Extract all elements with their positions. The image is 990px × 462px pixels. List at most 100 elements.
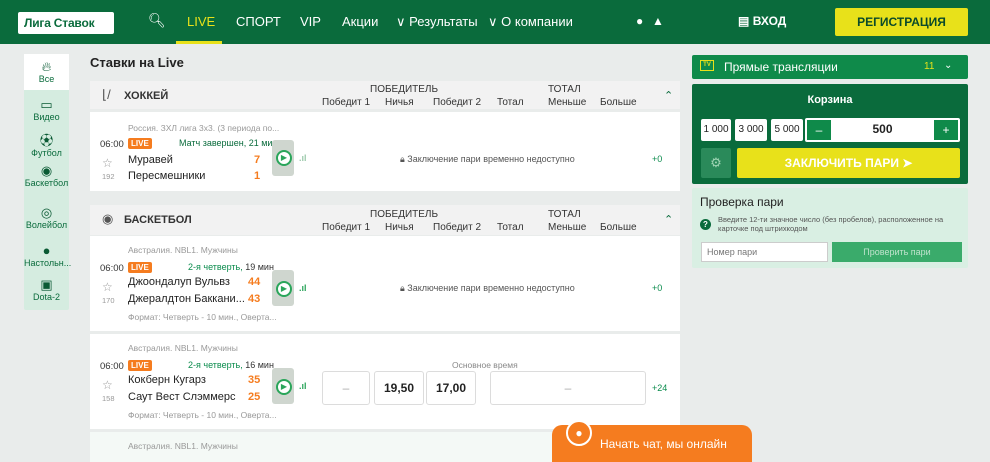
site-logo[interactable]: Лига Ставок <box>18 12 114 34</box>
bet-slip: Корзина 1 000 3 000 5 000 – 500 + ⚙︎ ЗАК… <box>692 84 968 184</box>
user-card-icon: ▤ <box>738 14 750 28</box>
event-format: Формат: Четверть - 10 мин., Оверта... <box>128 312 277 322</box>
nav-live[interactable]: LIVE <box>176 0 222 44</box>
hockey-stick-icon: ⌊/ <box>102 87 111 102</box>
volleyball-icon: ◎ <box>40 205 53 220</box>
register-button[interactable]: РЕГИСТРАЦИЯ <box>835 8 968 36</box>
sidebar-item-football[interactable]: ⚽︎ Футбол <box>24 133 69 159</box>
col-draw: Ничья <box>385 97 414 108</box>
stats-icon[interactable]: .ıl <box>299 381 307 391</box>
preset-1000-button[interactable]: 1 000 <box>701 119 731 141</box>
amount-stepper: – 500 + <box>805 118 960 142</box>
play-icon[interactable]: ▶ <box>276 379 292 395</box>
play-icon[interactable]: ▶ <box>276 281 292 297</box>
chat-widget[interactable]: ● Начать чат, мы онлайн <box>552 420 752 462</box>
odds-button-w1[interactable]: – <box>322 371 370 405</box>
basketball-icon: ◉ <box>102 211 114 226</box>
amount-decrease-button[interactable]: – <box>807 120 831 140</box>
more-markets-link[interactable]: +0 <box>652 154 662 164</box>
page-title: Ставки на Live <box>90 55 184 70</box>
event-row[interactable]: Австралия. NBL1. Мужчины 06:00 LIVE 2-я … <box>90 334 680 429</box>
more-markets-link[interactable]: +24 <box>652 383 667 393</box>
place-bet-button[interactable]: ЗАКЛЮЧИТЬ ПАРИ ➤ <box>737 148 960 178</box>
nav-about[interactable]: ∨ О компании <box>488 14 573 30</box>
help-icon: ? <box>700 219 711 230</box>
sidebar-item-basketball[interactable]: ◉ Баскетбол <box>24 163 69 189</box>
chat-label: Начать чат, мы онлайн <box>600 437 727 451</box>
dota-icon: ▣ <box>40 277 53 292</box>
col-w1: Победит 1 <box>322 222 371 233</box>
live-badge: LIVE <box>128 262 152 273</box>
odds-button-draw[interactable]: 19,50 <box>374 371 424 405</box>
gear-icon[interactable]: ⚙︎ <box>701 148 731 178</box>
star-icon[interactable]: ☆ <box>102 280 113 294</box>
amount-increase-button[interactable]: + <box>934 120 958 140</box>
team-name: Джералдтон Баккани... <box>128 293 245 305</box>
col-draw: Ничья <box>385 222 414 233</box>
fire-icon: 🔥︎ <box>41 59 52 74</box>
chevron-up-icon[interactable]: ⌃ <box>664 89 673 102</box>
apple-icon[interactable]: ● <box>636 14 643 28</box>
sidebar-item-video[interactable]: ▭ Видео <box>24 98 69 123</box>
nav-sport[interactable]: СПОРТ <box>236 14 281 29</box>
soccer-ball-icon: ⚽︎ <box>39 133 53 148</box>
team-name: Кокберн Кугарз <box>128 374 206 386</box>
col-winner: ПОБЕДИТЕЛЬ <box>370 84 439 95</box>
basketball-icon: ◉ <box>40 163 53 178</box>
search-icon[interactable]: 🔍︎ <box>148 12 166 29</box>
sidebar-item-all[interactable]: 🔥︎ Все <box>24 54 69 90</box>
preset-3000-button[interactable]: 3 000 <box>735 119 767 141</box>
amount-input[interactable]: 500 <box>835 122 930 136</box>
live-streams-bar[interactable]: TV Прямые трансляции 11 ⌄ <box>692 55 968 79</box>
play-icon[interactable]: ▶ <box>276 150 292 166</box>
event-league: Австралия. NBL1. Мужчины <box>128 245 238 255</box>
sidebar-item-volleyball[interactable]: ◎ Волейбол <box>24 205 69 231</box>
sidebar-item-dota2[interactable]: ▣ Dota-2 <box>24 277 69 303</box>
team-score: 1 <box>254 170 261 182</box>
event-time: 06:00 <box>100 139 124 150</box>
nav-results[interactable]: ∨ Результаты <box>396 14 478 30</box>
preset-5000-button[interactable]: 5 000 <box>771 119 803 141</box>
android-icon[interactable]: ▲ <box>652 14 664 28</box>
team-score: 43 <box>248 293 261 305</box>
check-bet-title: Проверка пари <box>700 195 784 209</box>
star-icon[interactable]: ☆ <box>102 156 113 170</box>
event-time: 06:00 <box>100 263 124 274</box>
nav-vip[interactable]: VIP <box>300 14 321 29</box>
team-name: Саут Вест Слэммерс <box>128 391 236 403</box>
event-league: Россия. ЗХЛ лига 3х3. (3 периода по... <box>128 123 280 133</box>
streams-count: 11 <box>924 61 935 72</box>
col-less: Меньше <box>548 222 587 233</box>
stats-icon[interactable]: .ıl <box>299 283 307 293</box>
tv-icon: TV <box>700 60 714 71</box>
section-header-hockey[interactable]: ⌊/ ХОККЕЙ ПОБЕДИТЕЛЬ Победит 1 Ничья Поб… <box>90 81 680 109</box>
table-tennis-icon: ● <box>42 243 51 258</box>
arrow-right-icon: ➤ <box>902 156 913 170</box>
event-row[interactable]: Австралия. NBL1. Мужчины 06:00 LIVE 2-я … <box>90 236 680 331</box>
bet-number-input[interactable] <box>701 242 828 262</box>
section-header-basketball[interactable]: ◉ БАСКЕТБОЛ ПОБЕДИТЕЛЬ Победит 1 Ничья П… <box>90 205 680 235</box>
team-score: 44 <box>248 276 261 288</box>
check-bet-button[interactable]: Проверить пари <box>832 242 962 262</box>
star-icon[interactable]: ☆ <box>102 378 113 392</box>
chevron-down-icon[interactable]: ⌄ <box>944 60 952 71</box>
odds-button-total[interactable]: – <box>490 371 646 405</box>
check-bet-hint: Введите 12-ти значное число (без пробело… <box>718 215 944 233</box>
odds-button-w2[interactable]: 17,00 <box>426 371 476 405</box>
event-row[interactable]: Россия. ЗХЛ лига 3х3. (3 периода по... 0… <box>90 112 680 191</box>
event-status: 2-я четверть, 19 мин <box>188 262 274 272</box>
main-time-label: Основное время <box>452 360 518 370</box>
more-markets-link[interactable]: +0 <box>652 283 662 293</box>
stats-icon[interactable]: .ıl <box>299 153 307 163</box>
bet-slip-title: Корзина <box>807 94 853 106</box>
login-button[interactable]: ▤ ВХОД <box>738 14 786 28</box>
team-score: 35 <box>248 374 261 386</box>
sidebar-item-table-tennis[interactable]: ● Настольн... <box>24 243 71 269</box>
team-name: Муравей <box>128 154 173 166</box>
nav-promos[interactable]: Акции <box>342 14 378 29</box>
col-winner: ПОБЕДИТЕЛЬ <box>370 209 439 220</box>
chevron-up-icon[interactable]: ⌃ <box>664 213 673 226</box>
check-bet-panel: Проверка пари ? Введите 12-ти значное чи… <box>692 188 968 268</box>
col-more: Больше <box>600 222 637 233</box>
col-total: Тотал <box>497 97 524 108</box>
